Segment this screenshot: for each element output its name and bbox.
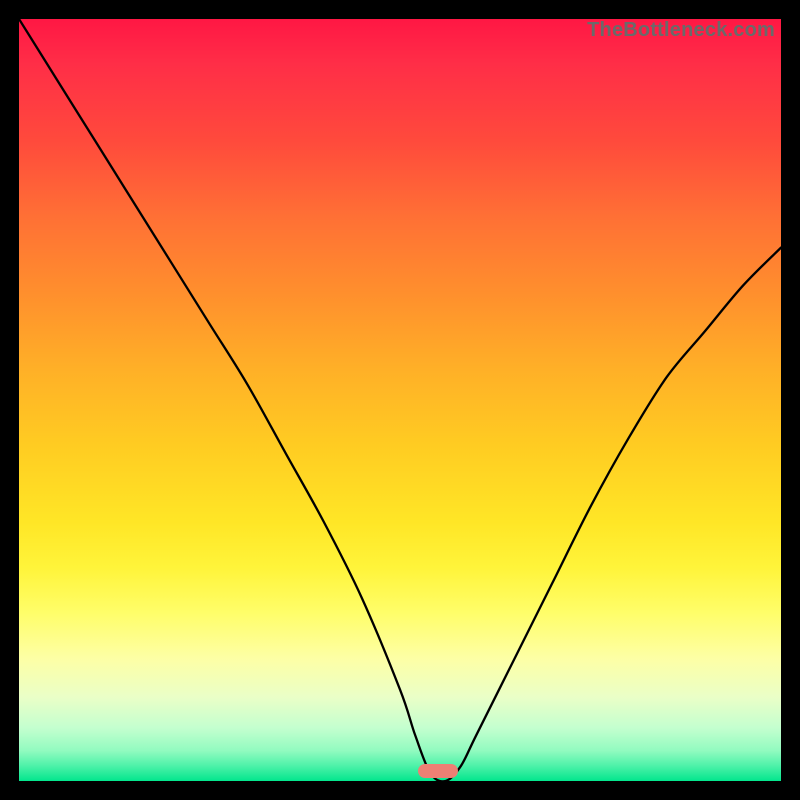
- bottleneck-curve: [19, 19, 781, 781]
- curve-path: [19, 19, 781, 781]
- optimum-marker: [418, 764, 458, 778]
- plot-area: TheBottleneck.com: [19, 19, 781, 781]
